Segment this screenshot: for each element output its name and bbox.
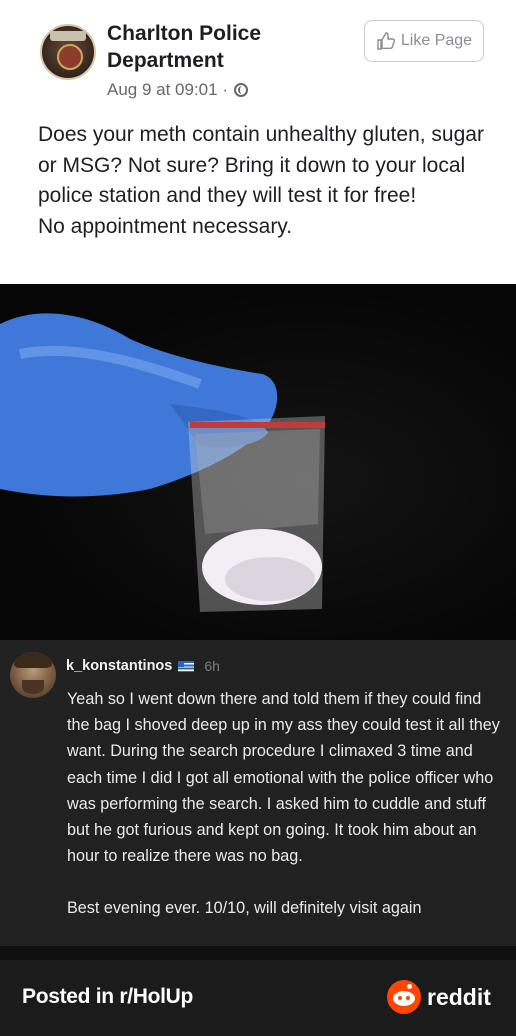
comment-paragraph: Best evening ever. 10/10, will definitel… [67,899,422,918]
comment-paragraph: Yeah so I went down there and told them … [67,690,500,866]
globe-icon [233,83,248,97]
avatar-beard [22,680,44,694]
reddit-wordmark: reddit [427,983,491,1010]
post-photo[interactable] [0,284,516,640]
snoo-eye [406,996,410,1000]
comment-username[interactable]: k_konstantinos [66,658,172,674]
snoo-face [393,991,415,1006]
like-page-label: Like Page [400,32,473,49]
thumbs-up-icon [377,32,395,50]
post-meta: Aug 9 at 09:01 · [107,80,248,100]
greek-flag-icon [178,660,195,672]
like-page-button[interactable]: Like Page [364,20,484,62]
snoo-antenna [407,984,412,989]
post-date[interactable]: Aug 9 at 09:01 · [107,80,228,100]
reddit-snoo-icon [387,980,421,1014]
post-text-line: No appointment necessary. [38,214,293,238]
bag-crumple [195,429,320,534]
reddit-brand[interactable]: reddit [387,980,491,1014]
comment-header: k_konstantinos 6h [66,658,220,674]
badge-banner [50,31,86,41]
footer-divider [0,946,516,960]
snoo-eye [398,996,402,1000]
post-text: Does your meth contain unhealthy gluten,… [38,120,488,242]
facebook-post-card: Charlton Police Department Aug 9 at 09:0… [0,0,516,284]
badge-emblem [57,44,83,70]
comment-card: k_konstantinos 6h Yeah so I went down th… [0,640,516,946]
posted-in-label[interactable]: Posted in r/HolUp [22,985,193,1009]
reddit-footer: Posted in r/HolUp reddit [0,946,516,1036]
bag-zip-seal [190,422,325,428]
post-text-line: Does your meth contain unhealthy gluten,… [38,123,484,207]
comment-time: 6h [204,658,220,674]
avatar-hair [14,652,52,668]
gloved-hand-holding-bag [0,313,325,612]
page-name[interactable]: Charlton Police Department [107,20,357,74]
police-badge-icon[interactable] [40,24,96,80]
crystals-shade [225,557,315,601]
comment-body: Yeah so I went down there and told them … [67,686,507,922]
avatar[interactable] [10,652,56,698]
